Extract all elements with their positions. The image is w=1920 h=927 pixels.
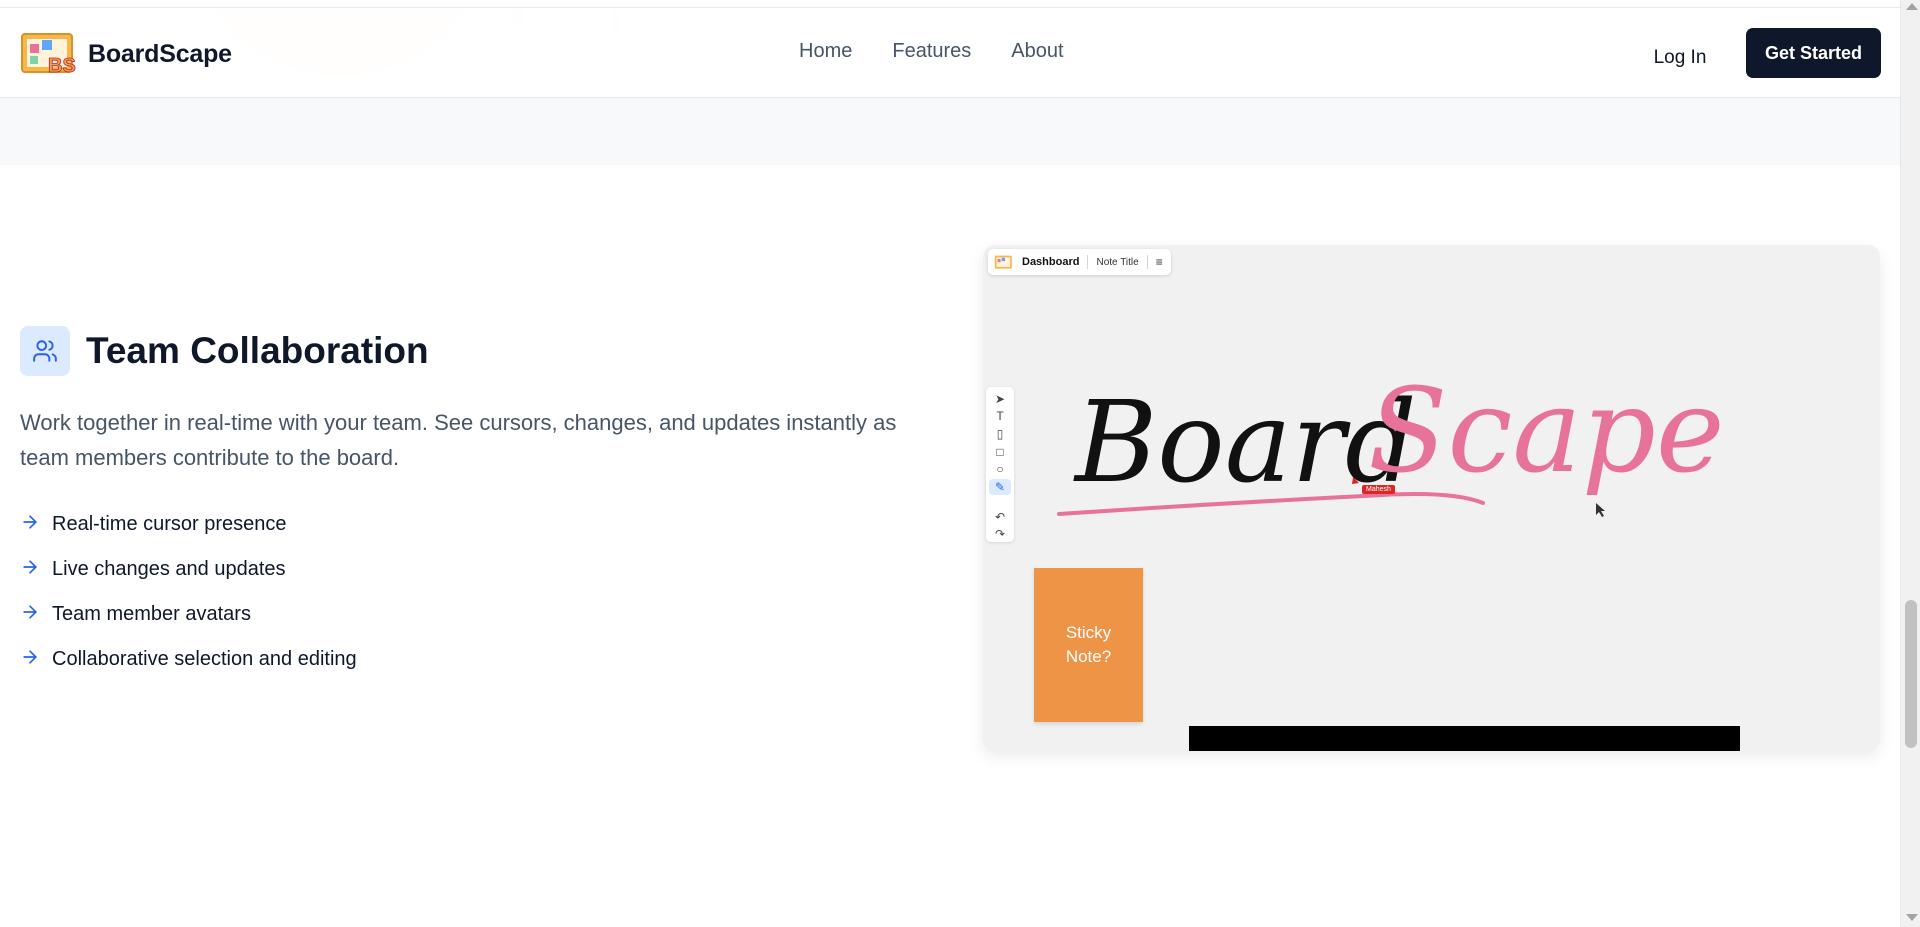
handwriting-scape: Scape: [1368, 364, 1725, 499]
scroll-thumb[interactable]: [1905, 600, 1917, 748]
feature-bullets: Real-time cursor presence Live changes a…: [20, 502, 357, 682]
nav-link-home[interactable]: Home: [799, 40, 852, 63]
feature-description: Work together in real-time with your tea…: [20, 410, 897, 470]
nav-link-about[interactable]: About: [1011, 40, 1063, 63]
main-nav: Home Features About: [799, 40, 1064, 63]
bullet-text: Real-time cursor presence: [52, 513, 287, 535]
list-item: Collaborative selection and editing: [20, 637, 357, 682]
feature-heading: Team Collaboration: [20, 326, 429, 376]
list-item: Real-time cursor presence: [20, 502, 357, 547]
scrollbar[interactable]: [1900, 0, 1920, 927]
logo-icon: BS: [20, 32, 78, 77]
bullet-text: Collaborative selection and editing: [52, 648, 357, 670]
brand[interactable]: BS BoardScape: [20, 32, 232, 77]
scroll-up-icon[interactable]: [1906, 3, 1918, 10]
arrow-right-icon: [20, 512, 40, 538]
users-icon: [20, 326, 70, 376]
list-item: Team member avatars: [20, 592, 357, 637]
cursor-user-label: Mahesh: [1362, 485, 1395, 494]
login-button[interactable]: Log In: [1630, 36, 1730, 80]
arrow-right-icon: [20, 647, 40, 673]
arrow-right-icon: [20, 602, 40, 628]
svg-text:BS: BS: [48, 55, 76, 76]
navbar: BS BoardScape Home Features About Log In…: [0, 8, 1900, 98]
nav-link-features[interactable]: Features: [892, 40, 971, 63]
brand-name: BoardScape: [88, 39, 232, 68]
viewport-top-edge: [0, 0, 1900, 8]
sticky-note-line2: Note?: [1065, 647, 1112, 666]
sticky-note-line1: Sticky: [1065, 623, 1112, 642]
preview-black-bar: [1189, 726, 1740, 751]
sticky-note: Sticky Note?: [1034, 568, 1143, 722]
get-started-button[interactable]: Get Started: [1746, 28, 1881, 78]
arrow-right-icon: [20, 557, 40, 583]
board-preview-image: Dashboard Note Title ≡ ➤ T ▯ □ ○ ✎ ↶ ↷ B…: [983, 245, 1880, 751]
scroll-down-icon[interactable]: [1906, 914, 1918, 921]
bullet-text: Team member avatars: [52, 603, 251, 625]
bullet-text: Live changes and updates: [52, 558, 286, 580]
list-item: Live changes and updates: [20, 547, 357, 592]
feature-title: Team Collaboration: [86, 330, 429, 371]
